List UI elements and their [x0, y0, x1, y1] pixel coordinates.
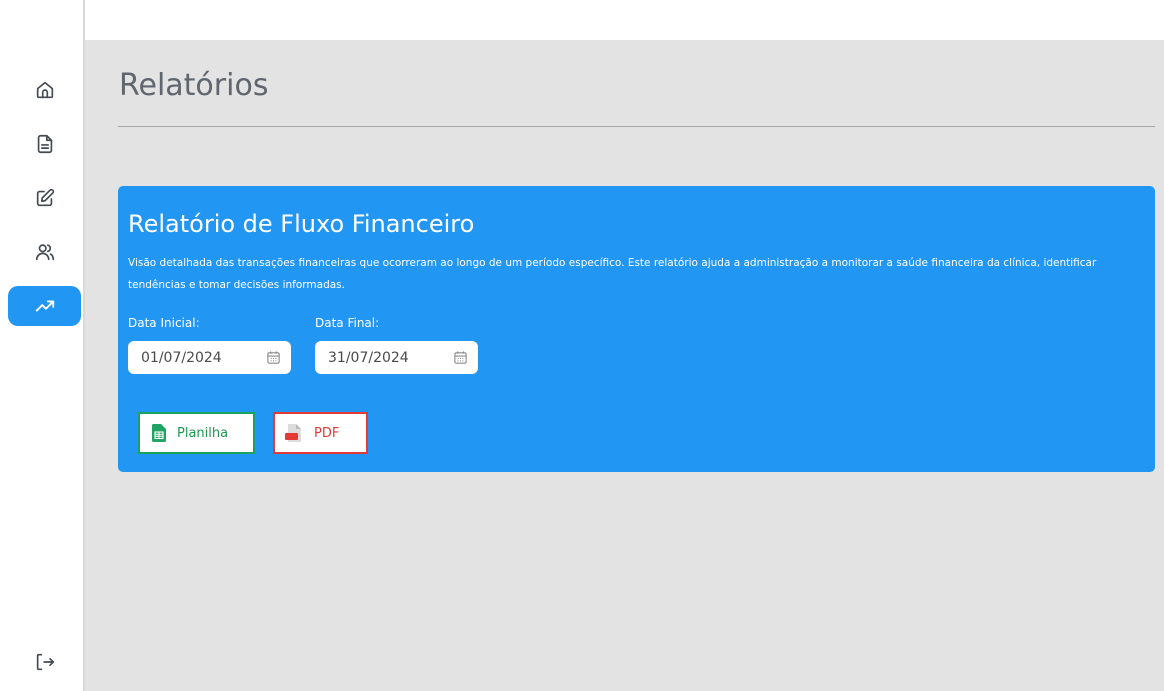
logout-icon — [36, 653, 54, 671]
home-icon — [36, 81, 53, 99]
document-icon — [37, 134, 52, 154]
sidebar-item-users[interactable] — [8, 232, 81, 272]
start-date-field[interactable]: 01/07/2024 — [128, 341, 291, 374]
sidebar-item-reports[interactable] — [8, 286, 81, 326]
trending-up-icon — [35, 300, 54, 312]
end-date-value: 31/07/2024 — [328, 349, 409, 366]
start-date-label: Data Inicial: — [128, 316, 200, 330]
export-spreadsheet-button[interactable]: Planilha — [138, 412, 255, 454]
page-title: Relatórios — [119, 68, 269, 103]
start-date-value: 01/07/2024 — [141, 349, 222, 366]
title-divider — [118, 126, 1155, 127]
report-card: Relatório de Fluxo Financeiro Visão deta… — [118, 186, 1155, 472]
spreadsheet-label: Planilha — [177, 425, 229, 441]
logout-button[interactable] — [8, 642, 81, 682]
spreadsheet-icon — [152, 424, 166, 442]
export-pdf-button[interactable]: PDF — [273, 412, 368, 454]
calendar-icon[interactable] — [266, 350, 281, 365]
main-content: Relatórios Relatório de Fluxo Financeiro… — [85, 40, 1164, 691]
end-date-label: Data Final: — [315, 316, 380, 330]
sidebar — [0, 0, 85, 691]
pdf-file-icon — [285, 424, 301, 442]
sidebar-item-home[interactable] — [8, 70, 81, 110]
report-description: Visão detalhada das transações financeir… — [128, 257, 1097, 291]
end-date-field[interactable]: 31/07/2024 — [315, 341, 478, 374]
pdf-label: PDF — [314, 425, 340, 441]
report-title: Relatório de Fluxo Financeiro — [128, 210, 475, 238]
users-icon — [35, 244, 54, 261]
calendar-icon[interactable] — [453, 350, 468, 365]
sidebar-item-documents[interactable] — [8, 124, 81, 164]
edit-icon — [36, 188, 54, 207]
sidebar-item-edit[interactable] — [8, 178, 81, 218]
